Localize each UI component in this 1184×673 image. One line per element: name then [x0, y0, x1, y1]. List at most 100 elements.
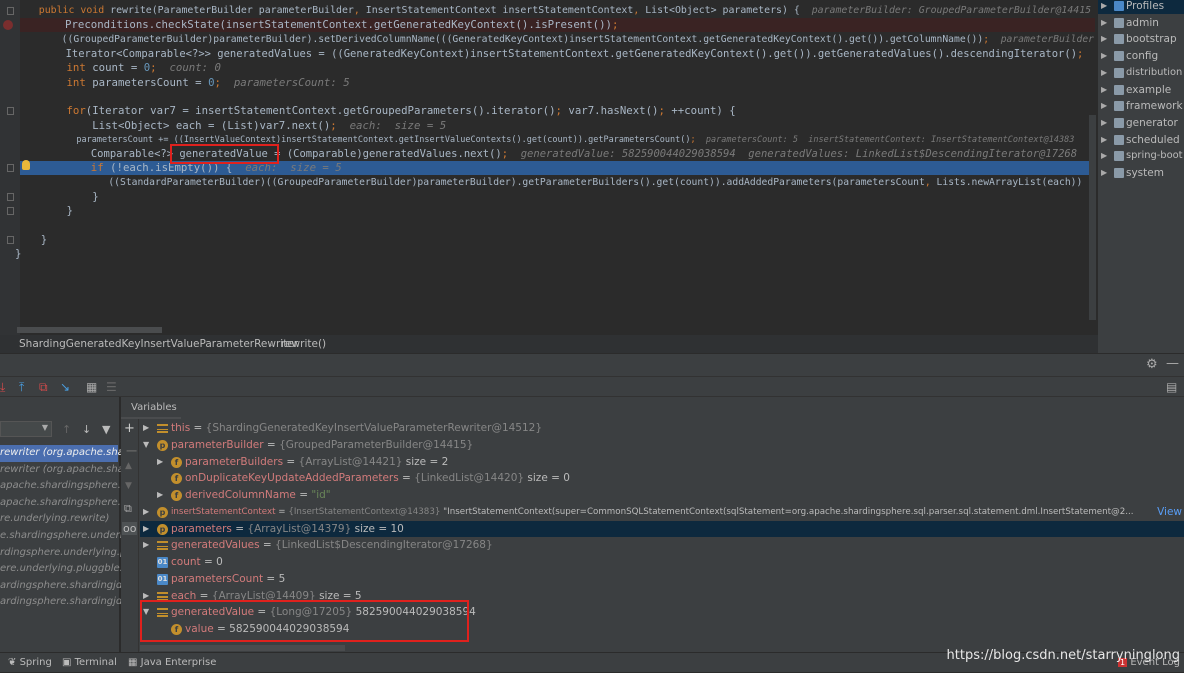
expand-arrow-icon[interactable]: ▶ — [1101, 148, 1107, 164]
variables-hscrollbar[interactable] — [140, 645, 345, 651]
project-item-scheduled[interactable]: ▶ scheduled — [1098, 132, 1184, 148]
stack-frame[interactable]: ardingsphere.shardingjdb — [0, 578, 129, 595]
code-token: ; — [690, 135, 706, 145]
variable-row[interactable]: ▶ this = {ShardingGeneratedKeyInsertValue… — [140, 420, 1184, 437]
code-line: } — [15, 233, 1095, 247]
arrow-up-icon[interactable]: ↑ — [62, 423, 71, 436]
expand-arrow-icon[interactable]: ▶ — [143, 504, 149, 521]
stack-frame[interactable]: re.underlying.rewrite) — [0, 511, 118, 528]
expand-arrow-icon[interactable]: ▶ — [1101, 115, 1107, 131]
run-to-cursor-icon[interactable]: ↘ — [60, 380, 70, 394]
vertical-scrollbar[interactable] — [1089, 115, 1096, 320]
expand-arrow-icon[interactable]: ▶ — [1101, 132, 1107, 148]
variable-row[interactable]: ▶ p parameters = {ArrayList@14379} size = … — [140, 520, 1184, 538]
expand-arrow-icon[interactable]: ▶ — [1101, 15, 1107, 31]
project-item-config[interactable]: ▶ config — [1098, 48, 1184, 64]
tab-terminal[interactable]: ▣ Terminal — [62, 653, 117, 673]
step-into-icon[interactable]: ⤓ — [0, 380, 5, 394]
variable-row[interactable]: ▼ p parameterBuilder = {GroupedParameterBu… — [140, 437, 1184, 454]
project-item-bootstrap[interactable]: ▶ bootstrap — [1098, 31, 1184, 47]
expand-arrow-icon[interactable]: ▶ — [1101, 82, 1107, 98]
variables-side-toolbar: + − ▲ ▼ ⧉ oo — [121, 419, 139, 652]
expand-arrow-icon[interactable]: ▶ — [1101, 98, 1107, 114]
expand-arrow-icon[interactable]: ▶ — [143, 537, 149, 554]
arrow-down-icon[interactable]: ↓ — [82, 423, 91, 436]
expand-arrow-icon[interactable]: ▶ — [1101, 31, 1107, 47]
gear-icon[interactable]: ⚙ — [1146, 357, 1158, 372]
tab-variables[interactable]: Variables — [121, 397, 181, 419]
variable-row[interactable]: 01 count = 0 — [140, 554, 1184, 571]
fold-marker-icon[interactable] — [7, 207, 14, 215]
stack-frame[interactable]: rewriter (org.apache.shard — [0, 445, 134, 462]
drop-frame-icon[interactable]: ⧉ — [39, 380, 48, 394]
stack-frame[interactable]: apache.shardingsphere.sh — [0, 495, 132, 512]
filter-icon[interactable]: ▼ — [102, 423, 110, 436]
variable-name: generatedValues — [171, 539, 260, 552]
layout-icon[interactable]: ▤ — [1166, 380, 1177, 394]
lightbulb-icon[interactable] — [22, 160, 30, 170]
step-out-icon[interactable]: ⤒ — [19, 380, 24, 394]
fold-marker-icon[interactable] — [7, 7, 14, 15]
thread-selector[interactable]: ▼ — [0, 421, 52, 437]
evaluate-expression-icon[interactable]: ▦ — [86, 380, 97, 394]
project-item-admin[interactable]: ▶ admin — [1098, 15, 1184, 31]
move-down-icon[interactable]: ▼ — [125, 481, 132, 491]
breadcrumb-class[interactable]: ShardingGeneratedKeyInsertValueParameter… — [19, 335, 298, 353]
expand-arrow-icon[interactable]: ▶ — [1101, 65, 1107, 81]
move-up-icon[interactable]: ▲ — [125, 461, 132, 471]
variable-row[interactable]: ▶ generatedValues = {LinkedList$Descendin… — [140, 537, 1184, 554]
variable-row[interactable]: ▶ f parameterBuilders = {ArrayList@14421} … — [140, 454, 1184, 471]
add-watch-icon[interactable]: + — [124, 421, 135, 436]
stack-frame[interactable]: rewriter (org.apache.shard — [0, 462, 134, 479]
variable-row[interactable]: 01 parametersCount = 5 — [140, 571, 1184, 588]
copy-icon[interactable]: ⧉ — [124, 502, 132, 516]
code-line: public void rewrite(ParameterBuilder par… — [15, 4, 1095, 18]
code-token: ; — [983, 34, 1001, 45]
variable-row[interactable]: ▶ f derivedColumnName = "id" — [140, 487, 1184, 504]
stack-frame[interactable]: ere.underlying.pluggble.p — [0, 561, 129, 578]
view-link[interactable]: View — [1157, 504, 1182, 521]
expand-arrow-icon[interactable]: ▶ — [143, 420, 149, 437]
fold-marker-icon[interactable] — [7, 164, 14, 172]
stack-frame[interactable]: ardingsphere.shardingjdb — [0, 594, 129, 611]
breadcrumb-method[interactable]: rewrite() — [281, 335, 326, 353]
project-item-label: Profiles — [1126, 0, 1165, 12]
fold-marker-icon[interactable] — [7, 236, 14, 244]
tab-java-enterprise[interactable]: ▦ Java Enterprise — [128, 653, 216, 673]
variable-row[interactable]: f onDuplicateKeyUpdateAddedParameters = {… — [140, 470, 1184, 487]
project-item-distribution[interactable]: ▶ distribution — [1098, 65, 1184, 81]
code-editor[interactable]: public void rewrite(ParameterBuilder par… — [0, 0, 1097, 335]
project-item-generator[interactable]: ▶ generator — [1098, 115, 1184, 131]
remove-watch-icon[interactable]: − — [125, 441, 138, 460]
code-line: for(Iterator var7 = insertStatementConte… — [15, 104, 1095, 118]
variable-text: parameterBuilders = {ArrayList@14421} si… — [185, 455, 449, 468]
minimize-icon[interactable]: — — [1166, 356, 1179, 371]
stack-frame[interactable]: apache.shardingsphere.sh — [0, 478, 132, 495]
tab-spring[interactable]: ❦ Spring — [8, 653, 52, 673]
collapse-arrow-icon[interactable]: ▼ — [143, 437, 149, 454]
project-item-framework[interactable]: ▶ framework — [1098, 98, 1184, 114]
code-token: var7.hasNext() — [568, 104, 659, 117]
breakpoint-icon[interactable] — [3, 20, 13, 30]
project-item-Profiles[interactable]: ▶ Profiles — [1098, 0, 1184, 14]
stack-frame[interactable]: e.shardingsphere.underly — [0, 528, 128, 545]
stack-frame[interactable]: rdingsphere.underlying.plu — [0, 545, 136, 562]
variable-row[interactable]: ▶ p insertStatementContext = {InsertStatem… — [140, 504, 1184, 521]
expand-arrow-icon[interactable]: ▶ — [157, 487, 163, 504]
trace-icon[interactable]: ☰ — [106, 380, 117, 394]
watches-glasses-icon[interactable]: oo — [122, 522, 138, 535]
expand-arrow-icon[interactable]: ▶ — [143, 521, 149, 538]
expand-arrow-icon[interactable]: ▶ — [1101, 0, 1107, 14]
fold-marker-icon[interactable] — [7, 107, 14, 115]
fold-marker-icon[interactable] — [7, 193, 14, 201]
expand-arrow-icon[interactable]: ▶ — [157, 454, 163, 471]
code-line: int count = 0; count: 0 — [15, 61, 1095, 75]
project-item-example[interactable]: ▶ example — [1098, 82, 1184, 98]
horizontal-scrollbar[interactable] — [17, 327, 162, 333]
expand-arrow-icon[interactable]: ▶ — [1101, 165, 1107, 181]
project-item-spring-boot[interactable]: ▶ spring-boot — [1098, 148, 1184, 164]
primitive-icon: 01 — [157, 557, 168, 568]
project-item-system[interactable]: ▶ system — [1098, 165, 1184, 181]
code-line: } — [15, 204, 1095, 218]
expand-arrow-icon[interactable]: ▶ — [1101, 48, 1107, 64]
